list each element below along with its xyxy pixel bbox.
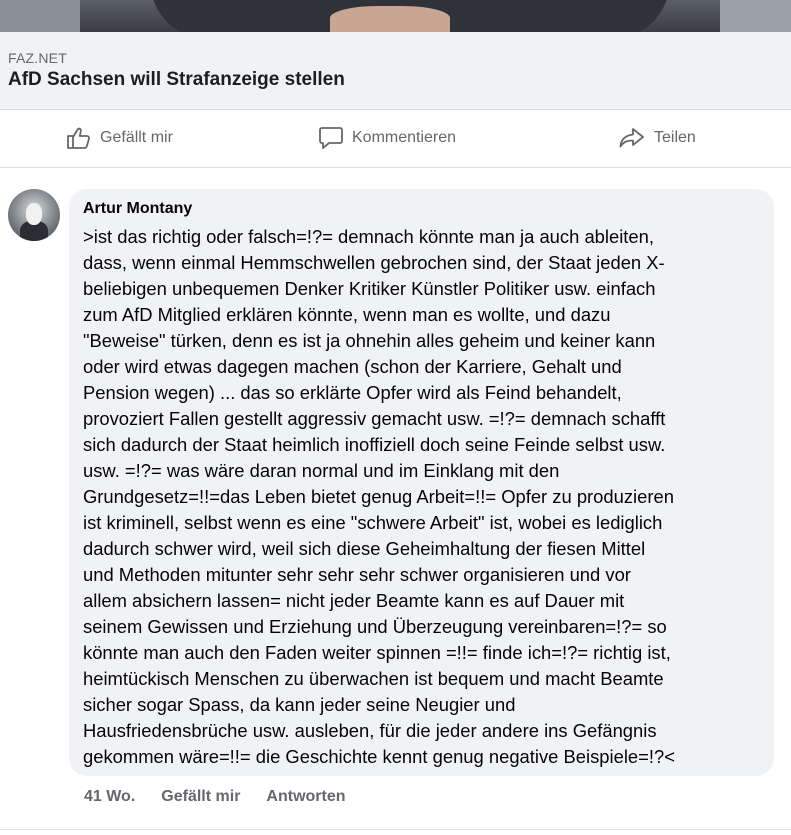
- link-title[interactable]: AfD Sachsen will Strafanzeige stellen: [8, 69, 345, 91]
- comment-button-label: Kommentieren: [352, 129, 457, 146]
- divider: [0, 829, 791, 830]
- share-button[interactable]: Teilen: [618, 126, 696, 150]
- post-action-bar: Gefällt mir Kommentieren Teilen: [0, 110, 791, 168]
- comment-meta: 41 Wo. Gefällt mir Antworten: [84, 788, 372, 806]
- share-button-label: Teilen: [654, 129, 696, 146]
- like-button[interactable]: Gefällt mir: [66, 126, 173, 150]
- comment-bubble: Artur Montany >ist das richtig oder fals…: [69, 189, 774, 776]
- thumbs-up-icon: [67, 127, 90, 149]
- image-region-left: [0, 0, 80, 32]
- like-button-label: Gefällt mir: [100, 129, 173, 146]
- share-arrow-icon: [619, 128, 644, 148]
- comment-button[interactable]: Kommentieren: [318, 126, 456, 150]
- avatar[interactable]: [8, 189, 60, 241]
- link-preview-card[interactable]: FAZ.NET AfD Sachsen will Strafanzeige st…: [0, 32, 791, 110]
- image-region-right: [720, 0, 791, 32]
- image-region-hands: [330, 6, 450, 32]
- avatar-figure-face: [26, 203, 42, 225]
- comment-like-link[interactable]: Gefällt mir: [161, 788, 240, 806]
- comment-timestamp[interactable]: 41 Wo.: [84, 788, 135, 806]
- comment-reply-link[interactable]: Antworten: [266, 788, 345, 806]
- link-preview-image[interactable]: [0, 0, 791, 32]
- speech-bubble-icon: [319, 127, 343, 149]
- comment-text: >ist das richtig oder falsch=!?= demnach…: [83, 226, 675, 767]
- link-source: FAZ.NET: [8, 50, 67, 66]
- comment-author[interactable]: Artur Montany: [83, 199, 760, 219]
